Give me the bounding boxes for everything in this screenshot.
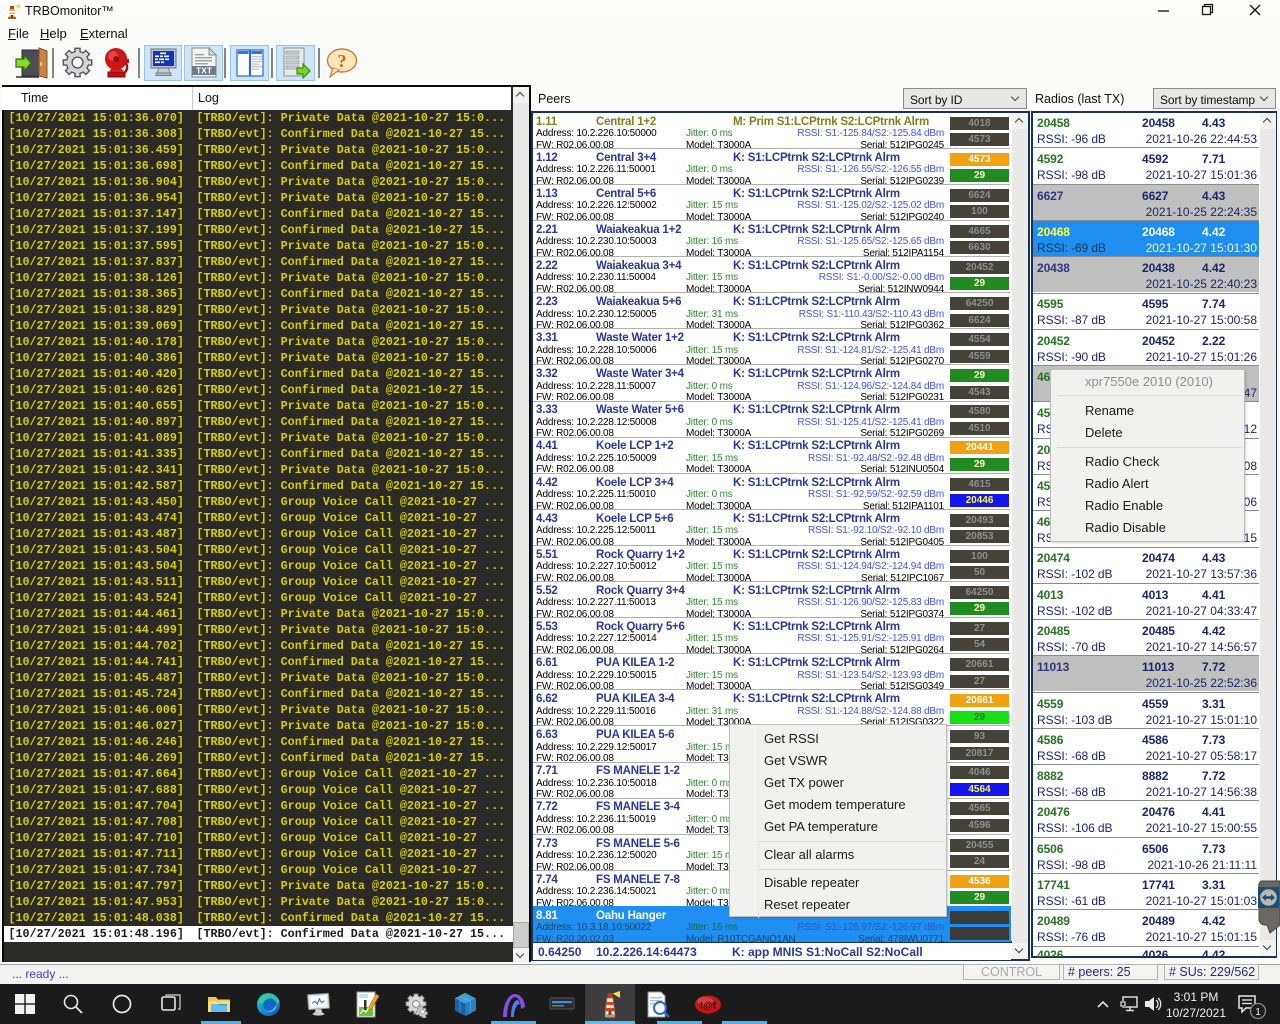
svg-text:?: ? [338, 51, 347, 71]
svg-text:t@t: t@t [700, 1001, 717, 1012]
svg-text:TXT: TXT [196, 66, 213, 76]
svg-text:1: 1 [1255, 1006, 1261, 1018]
